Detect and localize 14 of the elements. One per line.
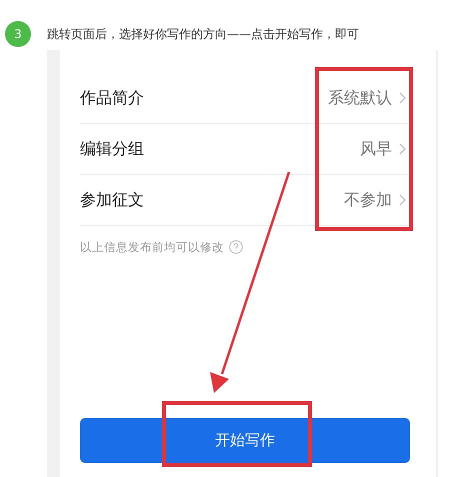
setting-value[interactable]: 不参加 xyxy=(344,190,392,210)
chevron-icon xyxy=(399,194,406,206)
start-writing-button[interactable]: 开始写作 xyxy=(80,418,410,463)
step-instruction: 跳转页面后，选择好你写作的方向——点击开始写作，即可 xyxy=(47,26,359,42)
setting-label: 参加征文 xyxy=(80,190,145,210)
hint-text: 以上信息发布前均可以修改 xyxy=(80,240,224,254)
setting-value[interactable]: 风早 xyxy=(360,138,392,160)
step-number-badge: 3 xyxy=(5,21,31,47)
setting-label: 编辑分组 xyxy=(80,138,145,160)
help-icon[interactable] xyxy=(229,240,243,254)
chevron-icon xyxy=(399,143,406,155)
chevron-icon xyxy=(399,92,406,104)
setting-value[interactable]: 系统默认 xyxy=(328,88,392,108)
setting-label: 作品简介 xyxy=(80,88,145,108)
